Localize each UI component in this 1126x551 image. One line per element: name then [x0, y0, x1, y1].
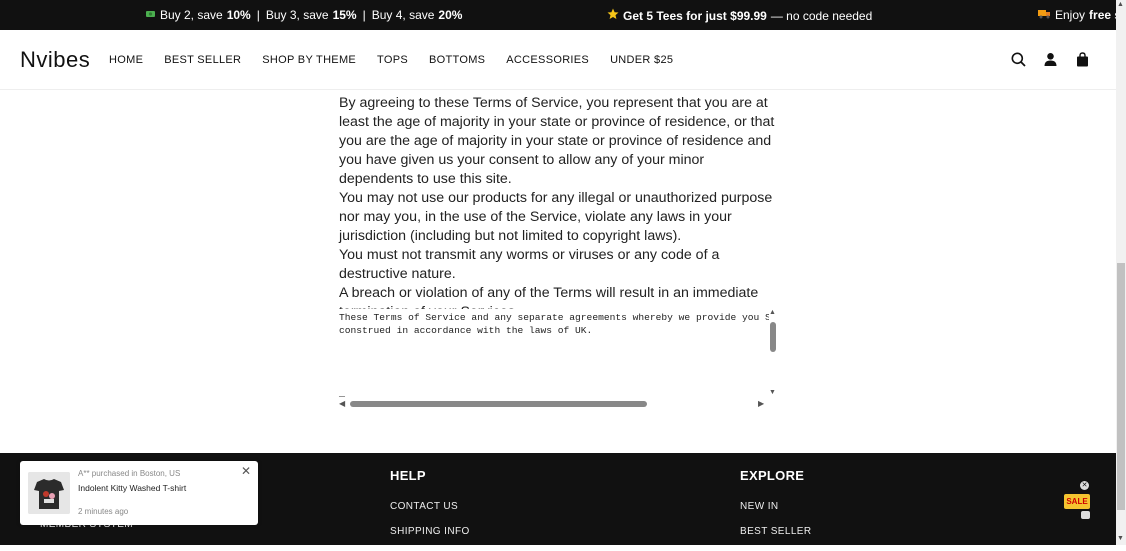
close-icon[interactable]: ✕ — [241, 464, 251, 478]
purchase-time: 2 minutes ago — [78, 507, 129, 516]
scroll-down-icon[interactable]: ▼ — [1117, 535, 1124, 542]
footer-link-new-in[interactable]: NEW IN — [740, 501, 811, 512]
nav-best-seller[interactable]: BEST SELLER — [164, 54, 241, 66]
scroll-up-icon[interactable]: ▲ — [1117, 1, 1124, 8]
nav-home[interactable]: HOME — [109, 54, 143, 66]
truck-icon — [1038, 8, 1051, 22]
terms-paragraph: You may not use our products for any ill… — [339, 190, 773, 244]
terms-content: By agreeing to these Terms of Service, y… — [339, 94, 779, 322]
announcement-discounts: Buy 2, save 10% | Buy 3, save 15% | Buy … — [145, 8, 462, 22]
textarea-line: These Terms of Service and any separate … — [339, 312, 769, 323]
announcement-bar: Buy 2, save 10% | Buy 3, save 15% | Buy … — [0, 0, 1116, 30]
nav-under-25[interactable]: UNDER $25 — [610, 54, 673, 66]
header-icons — [1011, 52, 1090, 67]
chat-icon[interactable] — [1081, 511, 1090, 519]
textarea-vertical-scrollbar[interactable]: ▲ ▼ — [768, 309, 778, 397]
scroll-thumb[interactable] — [770, 322, 776, 352]
announcement-free-shipping: Enjoy free sh — [1038, 8, 1116, 22]
sale-widget[interactable]: ✕ SALE — [1064, 481, 1090, 521]
sale-badge[interactable]: SALE — [1064, 494, 1090, 509]
page-scrollbar[interactable]: ▲ ▼ — [1116, 0, 1126, 545]
footer-column-explore: EXPLORE NEW IN BEST SELLER — [740, 468, 811, 551]
announcement-tees-offer: Get 5 Tees for just $99.99 — no code nee… — [607, 8, 872, 23]
cart-icon[interactable] — [1075, 52, 1090, 67]
star-icon — [607, 8, 619, 23]
scroll-up-icon[interactable]: ▲ — [769, 309, 776, 316]
nav-bottoms[interactable]: BOTTOMS — [429, 54, 485, 66]
recent-purchase-popup[interactable]: A** purchased in Boston, US Indolent Kit… — [20, 461, 258, 525]
scroll-right-icon[interactable]: ▶ — [758, 399, 764, 408]
money-icon — [145, 8, 156, 22]
footer-column-help: HELP CONTACT US SHIPPING INFO — [390, 468, 470, 551]
search-icon[interactable] — [1011, 52, 1026, 67]
footer-link-best-seller[interactable]: BEST SELLER — [740, 526, 811, 537]
nav-accessories[interactable]: ACCESSORIES — [506, 54, 589, 66]
purchase-location: A** purchased in Boston, US — [78, 469, 181, 478]
close-icon[interactable]: ✕ — [1080, 481, 1089, 490]
terms-paragraph: You must not transmit any worms or virus… — [339, 247, 720, 282]
scroll-thumb[interactable] — [350, 401, 647, 407]
terms-paragraph: By agreeing to these Terms of Service, y… — [339, 95, 775, 187]
footer-link-contact[interactable]: CONTACT US — [390, 501, 470, 512]
scroll-down-icon[interactable]: ▼ — [769, 389, 776, 396]
terms-textarea[interactable]: These Terms of Service and any separate … — [337, 309, 778, 410]
product-thumbnail[interactable] — [28, 472, 70, 514]
site-header: Nvibes HOME BEST SELLER SHOP BY THEME TO… — [0, 30, 1116, 90]
footer-heading-help: HELP — [390, 468, 426, 483]
page-scroll-thumb[interactable] — [1117, 263, 1125, 510]
footer-heading-explore: EXPLORE — [740, 468, 805, 483]
account-icon[interactable] — [1043, 52, 1058, 67]
purchase-product-name[interactable]: Indolent Kitty Washed T-shirt — [78, 483, 186, 493]
scroll-left-icon[interactable]: ◀ — [339, 399, 345, 408]
nav-tops[interactable]: TOPS — [377, 54, 408, 66]
site-logo[interactable]: Nvibes — [20, 47, 90, 73]
nav-shop-by-theme[interactable]: SHOP BY THEME — [262, 54, 356, 66]
textarea-line: construed in accordance with the laws of… — [339, 325, 593, 336]
footer-link-shipping[interactable]: SHIPPING INFO — [390, 526, 470, 537]
textarea-horizontal-scrollbar[interactable]: ◀ ▶ — [337, 399, 768, 409]
main-nav: HOME BEST SELLER SHOP BY THEME TOPS BOTT… — [109, 54, 694, 66]
